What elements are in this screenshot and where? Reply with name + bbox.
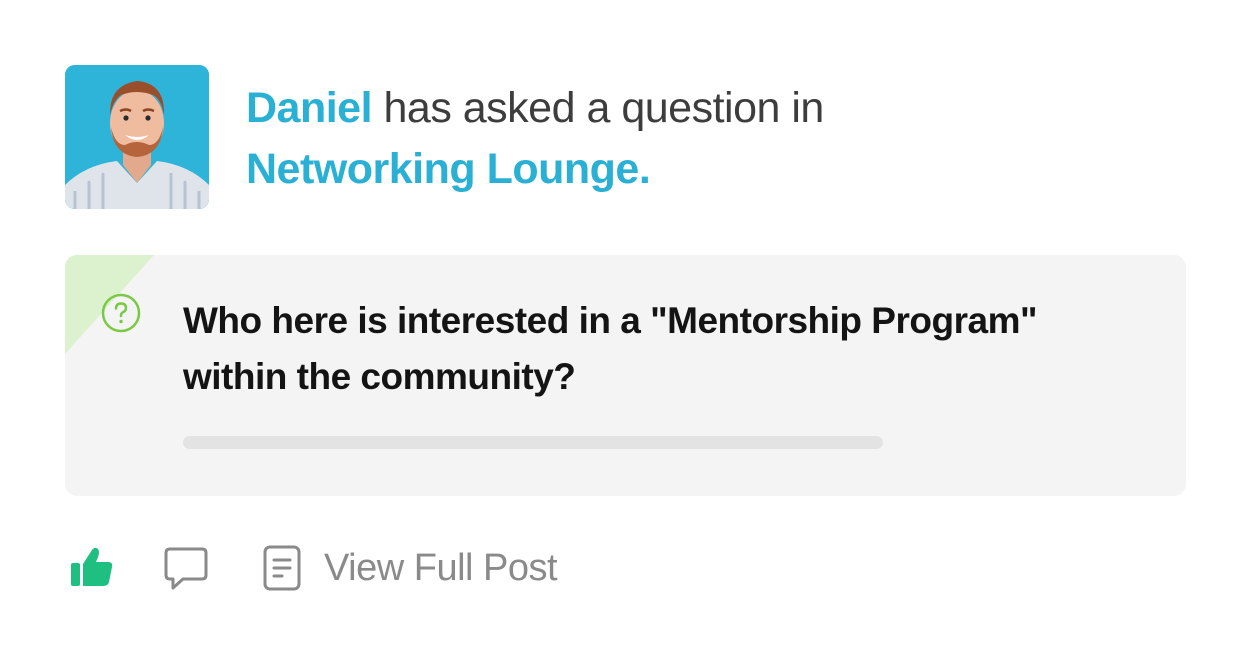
- question-card[interactable]: Who here is interested in a "Mentorship …: [65, 255, 1186, 496]
- action-text: has asked a question in: [372, 84, 824, 132]
- question-text: Who here is interested in a "Mentorship …: [183, 300, 1038, 397]
- document-icon: [263, 545, 301, 591]
- view-full-post-label: View Full Post: [324, 546, 558, 589]
- question-circle-icon: [101, 293, 141, 333]
- view-full-post-button[interactable]: View Full Post: [262, 544, 558, 592]
- post-header: Daniel has asked a question in Networkin…: [246, 78, 824, 200]
- like-button[interactable]: [70, 546, 114, 588]
- group-name[interactable]: Networking Lounge.: [246, 139, 824, 200]
- avatar[interactable]: [65, 65, 209, 209]
- content-placeholder-bar: [183, 436, 883, 449]
- avatar-photo: [65, 65, 209, 209]
- comment-button[interactable]: [163, 546, 209, 592]
- comment-bubble-icon: [164, 547, 208, 590]
- thumbs-up-icon: [71, 547, 113, 586]
- author-name[interactable]: Daniel: [246, 84, 373, 132]
